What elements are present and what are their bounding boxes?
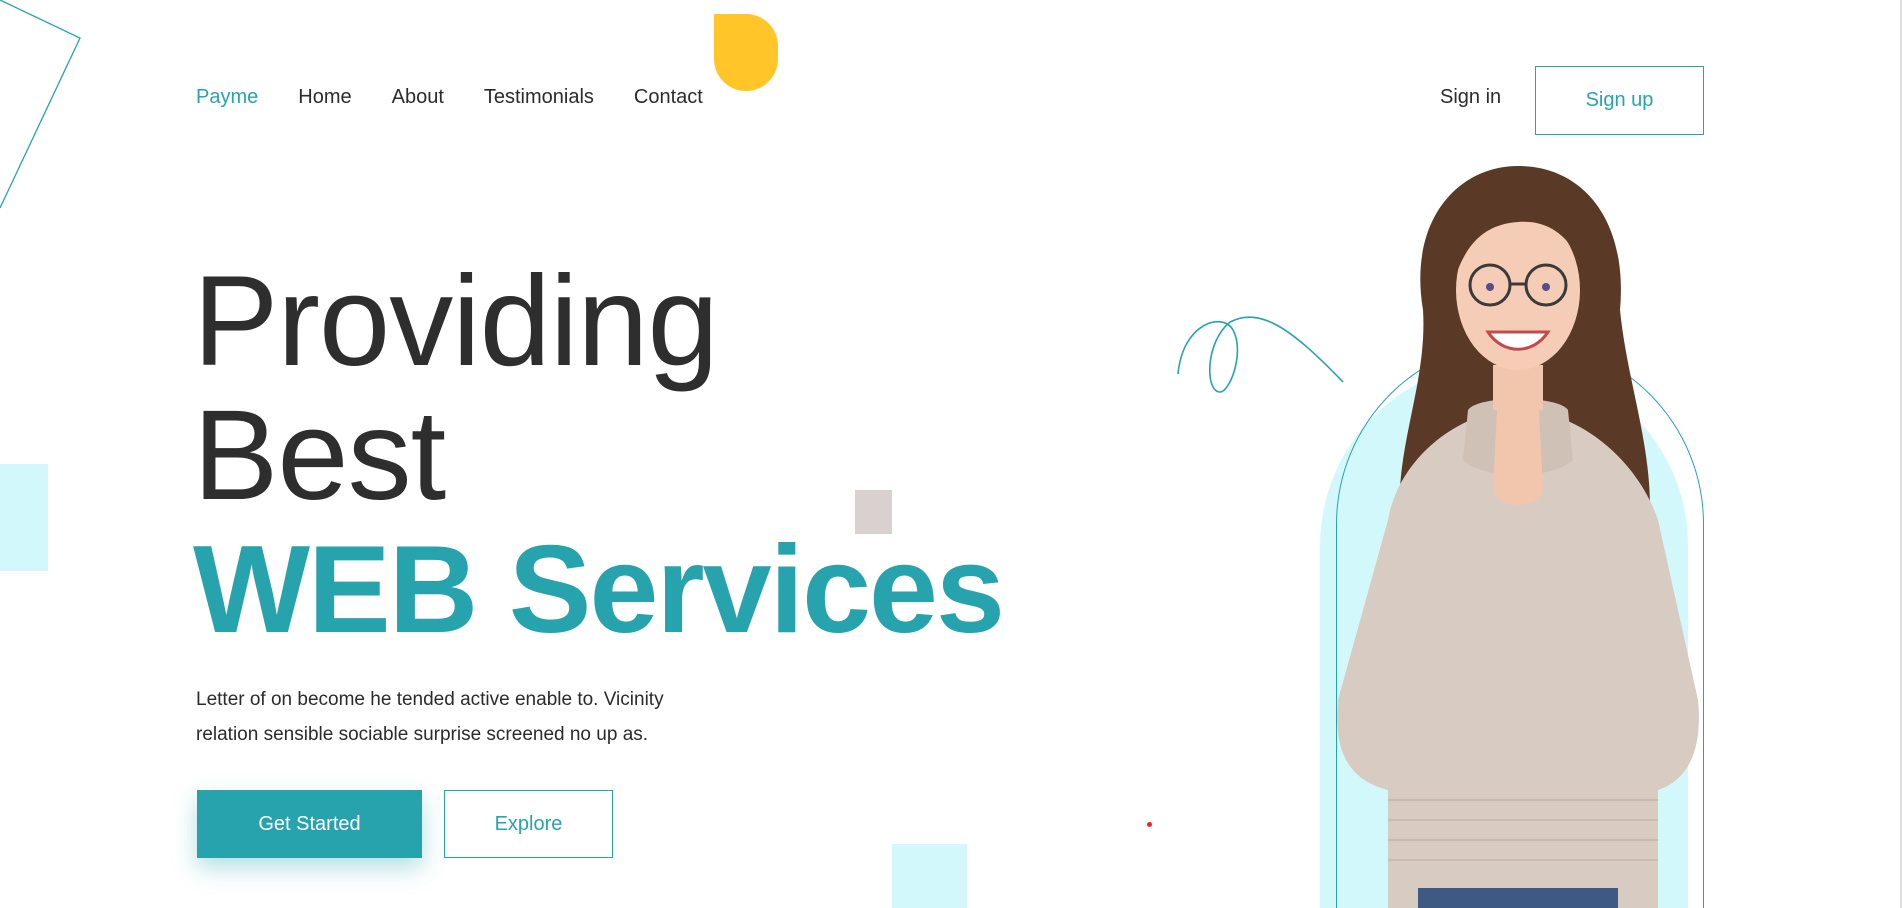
nav-item-about[interactable]: About — [392, 86, 444, 109]
hero-description: Letter of on become he tended active ena… — [196, 689, 664, 745]
explore-button[interactable]: Explore — [444, 790, 613, 858]
hero-title-line1: Providing — [193, 250, 719, 393]
decorative-cyan-block-left — [0, 464, 48, 571]
brand-logo-link[interactable]: Payme — [196, 86, 258, 109]
get-started-button[interactable]: Get Started — [197, 790, 422, 858]
decorative-yellow-drop — [714, 14, 778, 91]
nav-item-home[interactable]: Home — [298, 86, 351, 109]
main-nav: Payme Home About Testimonials Contact — [196, 86, 743, 109]
nav-item-contact[interactable]: Contact — [634, 86, 703, 109]
decorative-squiggle — [1177, 316, 1344, 393]
hero-title-highlight: WEB Services — [193, 521, 1005, 659]
decorative-cyan-block-bottom — [892, 844, 967, 908]
nav-item-testimonials[interactable]: Testimonials — [484, 86, 594, 109]
signup-button[interactable]: Sign up — [1535, 66, 1704, 135]
hero-person-image — [1337, 166, 1699, 908]
hero-title-line2: Best — [193, 384, 446, 527]
signin-link[interactable]: Sign in — [1440, 86, 1501, 109]
decorative-red-dot — [1147, 822, 1152, 827]
decorative-line-topleft — [0, 0, 81, 209]
